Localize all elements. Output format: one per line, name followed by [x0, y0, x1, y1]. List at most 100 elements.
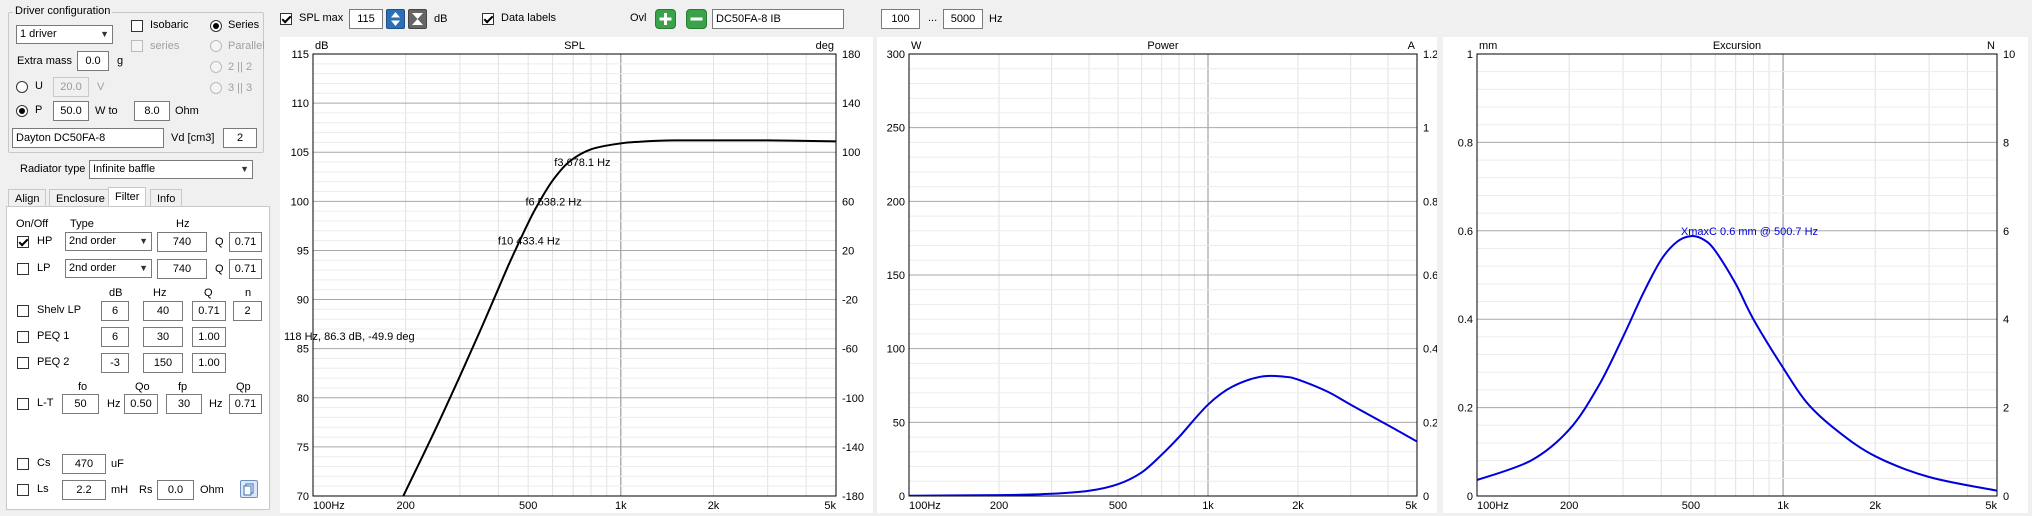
chart-title: SPL [564, 40, 585, 52]
lt-fp-header: fp [178, 381, 188, 393]
vd-input[interactable]: 2 [223, 128, 257, 148]
x-tick-label: 1k [1202, 500, 1214, 512]
tab-align[interactable]: Align [8, 189, 47, 207]
w-to-label: W to [95, 105, 118, 117]
lt-qo-input[interactable]: 0.50 [124, 394, 158, 414]
power-chart-svg[interactable]: 3002502001501005001.210.80.60.40.20100Hz… [877, 37, 1438, 513]
spl-max-unit: dB [434, 13, 448, 25]
extra-mass-label: Extra mass [17, 55, 73, 67]
series2-label: series [150, 40, 180, 52]
hp-hz-input[interactable]: 740 [157, 232, 207, 252]
y-tick-label-left: 75 [297, 442, 309, 454]
lt-fo-input[interactable]: 50 [62, 394, 99, 414]
lp-q-input[interactable]: 0.71 [229, 259, 262, 279]
lp-type-select[interactable]: 2nd order ▼ [65, 259, 152, 278]
spl-stepper-button[interactable] [386, 9, 405, 29]
y-tick-label-right: 20 [842, 245, 854, 257]
onoff-header: On/Off [16, 218, 49, 230]
hp-type-value: 2nd order [69, 235, 117, 247]
peq2-q-input[interactable]: 1.00 [192, 353, 226, 373]
lt-qp-input[interactable]: 0.71 [229, 394, 262, 414]
data-labels-label: Data labels [501, 12, 557, 24]
copy-button[interactable] [240, 480, 258, 498]
peq2-db-input[interactable]: -3 [101, 353, 129, 373]
remove-overlay-button[interactable] [686, 9, 707, 29]
series-radio[interactable] [210, 20, 222, 32]
peq1-q-input[interactable]: 1.00 [192, 327, 226, 347]
y-tick-label-left: 85 [297, 344, 309, 356]
up-down-arrows-icon [391, 12, 400, 26]
hp-checkbox[interactable] [17, 236, 29, 248]
shelv-q-input[interactable]: 0.71 [192, 301, 226, 321]
peq2-checkbox[interactable] [17, 357, 29, 369]
y-tick-label-right: -100 [842, 393, 864, 405]
driver-count-select[interactable]: 1 driver ▼ [16, 25, 113, 44]
cs-input[interactable]: 470 [62, 454, 106, 474]
freq-from-input[interactable]: 100 [881, 9, 920, 29]
rs-input[interactable]: 0.0 [157, 480, 194, 500]
u-radio[interactable] [16, 81, 28, 93]
shelv-checkbox[interactable] [17, 305, 29, 317]
p33-radio[interactable] [210, 82, 222, 94]
peq2-hz-input[interactable]: 150 [143, 353, 183, 373]
add-overlay-button[interactable] [655, 9, 676, 29]
shelv-db-input[interactable]: 6 [101, 301, 129, 321]
col-db-header: dB [109, 287, 123, 299]
driver-count-value: 1 driver [20, 28, 57, 40]
cs-label: Cs [37, 457, 51, 469]
shelv-hz-input[interactable]: 40 [143, 301, 183, 321]
annotation-cursor: 118 Hz, 86.3 dB, -49.9 deg [284, 331, 415, 343]
peq1-checkbox[interactable] [17, 331, 29, 343]
p-input[interactable]: 50.0 [53, 101, 89, 121]
data-labels-checkbox[interactable] [482, 13, 494, 25]
lp-hz-input[interactable]: 740 [157, 259, 207, 279]
lt-hz2-label: Hz [209, 398, 223, 410]
y-tick-label-right: 6 [2003, 226, 2009, 238]
chevron-down-icon: ▼ [139, 236, 148, 246]
spl-chart[interactable]: 115 110 105 100 95 90 85 80 75 70 180 140 100 60 20 -20… [280, 37, 873, 513]
parallel-radio[interactable] [210, 40, 222, 52]
u-input[interactable]: 20.0 [53, 77, 89, 97]
spl-fit-button[interactable] [408, 9, 427, 29]
tab-enclosure[interactable]: Enclosure [49, 189, 112, 207]
isobaric-label: Isobaric [150, 19, 189, 31]
cs-unit: uF [111, 458, 124, 470]
ohm-input[interactable]: 8.0 [134, 101, 170, 121]
lt-checkbox[interactable] [17, 398, 29, 410]
p-radio[interactable] [16, 105, 28, 117]
tab-filter[interactable]: Filter [108, 187, 147, 207]
overlay-name-input[interactable]: DC50FA-8 IB [712, 9, 844, 29]
hp-type-select[interactable]: 2nd order ▼ [65, 232, 152, 251]
cs-checkbox[interactable] [17, 458, 29, 470]
p22-radio[interactable] [210, 61, 222, 73]
radiator-type-select[interactable]: Infinite baffle ▼ [89, 160, 253, 179]
shelv-n-input[interactable]: 2 [233, 301, 262, 321]
series2-checkbox[interactable] [131, 40, 143, 52]
lt-fp-input[interactable]: 30 [166, 394, 202, 414]
type-header: Type [70, 218, 94, 230]
power-chart[interactable]: 300 250 200 150 100 50 0 1.2 1 0.8 0.6 0.4 0.2 0 100Hz… [877, 37, 1438, 513]
spl-chart-svg[interactable]: 115 110 105 100 95 90 85 80 75 70 180 140 100 60 20 -20… [280, 37, 873, 513]
tab-info[interactable]: Info [150, 189, 183, 207]
lp-checkbox[interactable] [17, 263, 29, 275]
spl-max-checkbox[interactable] [280, 13, 292, 25]
x-tick-label: 5k [1405, 500, 1417, 512]
annotation-f3: f3 678.1 Hz [554, 157, 610, 169]
excursion-chart[interactable]: 1 0.8 0.6 0.4 0.2 0 10 8 6 4 2 0 100Hz 200 500 1k 2k 5k Ex… [1443, 37, 2028, 513]
excursion-chart-svg[interactable]: 1 0.8 0.6 0.4 0.2 0 10 8 6 4 2 0 100Hz 200 500 1k 2k 5k Ex… [1443, 37, 2028, 513]
driver-name-field[interactable]: Dayton DC50FA-8 [12, 128, 164, 148]
ls-checkbox[interactable] [17, 484, 29, 496]
radiator-type-value: Infinite baffle [93, 163, 156, 175]
peq1-hz-input[interactable]: 30 [143, 327, 183, 347]
hp-q-input[interactable]: 0.71 [229, 232, 262, 252]
isobaric-checkbox[interactable] [131, 20, 143, 32]
lt-label: L-T [37, 397, 54, 409]
ls-input[interactable]: 2.2 [62, 480, 106, 500]
chevron-down-icon: ▼ [100, 29, 109, 39]
peq1-db-input[interactable]: 6 [101, 327, 129, 347]
y-tick-label-left: 100 [887, 344, 905, 356]
freq-to-input[interactable]: 5000 [943, 9, 983, 29]
extra-mass-input[interactable]: 0.0 [77, 51, 109, 71]
y-tick-label-left: 0.6 [1458, 226, 1473, 238]
spl-max-input[interactable]: 115 [349, 9, 383, 29]
